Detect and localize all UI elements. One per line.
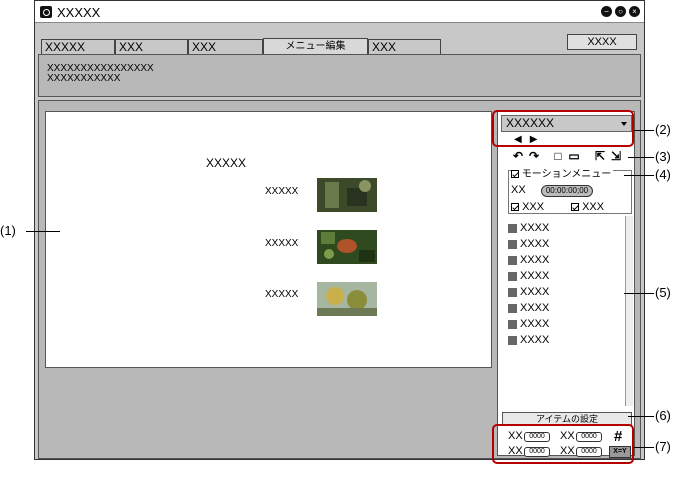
preview-title[interactable]: XXXXX [206,156,246,170]
chevron-down-icon [621,122,627,126]
leader-line-4 [624,175,654,176]
settings-panel: XXXXXX ◀▶ ↶ ↷ □ ▭ ⇱ ⇲ モーションメニュー XX 00:00… [497,111,635,458]
leader-line-6 [628,416,654,417]
item-swatch-icon [508,303,517,313]
list-item[interactable]: XXXX [508,236,549,252]
main-area: XXXXX XXXXX XXXXX XXXXX XXXXXX ◀▶ ↶ ↷ □ … [38,100,641,459]
time-field[interactable]: 00:00:00;00 [541,185,593,197]
preview-item-label[interactable]: XXXXX [265,238,298,249]
item-swatch-icon [508,319,517,329]
maximize-icon[interactable]: ○ [615,6,626,17]
item-swatch-icon [508,271,517,281]
item-swatch-icon [508,255,517,265]
callout-label-7: (7) [655,439,671,454]
undo-icon[interactable]: ↶ [512,150,524,162]
title-bar: XXXXX − ○ × [35,1,644,23]
list-item[interactable]: XXXX [508,284,549,300]
leader-line-1 [26,231,60,232]
item-swatch-icon [508,335,517,345]
description-line-1: XXXXXXXXXXXXXXXX [47,63,154,74]
callout-label-2: (2) [655,122,671,137]
item-swatch-icon [508,223,517,233]
description-panel: XXXXXXXXXXXXXXXX XXXXXXXXXXX [38,54,641,97]
list-item[interactable]: XXXX [508,252,549,268]
app-icon [40,6,52,18]
list-item[interactable]: XXXX [508,316,549,332]
menu-preview[interactable]: XXXXX XXXXX XXXXX XXXXX [45,111,492,368]
description-line-2: XXXXXXXXXXX [47,73,121,84]
export-icon[interactable]: ⇱ [594,150,606,162]
thumbnail-image[interactable] [317,230,377,264]
leader-line-2 [634,130,654,131]
redo-icon[interactable]: ↷ [528,150,540,162]
monitor-icon[interactable]: ▭ [568,150,580,162]
leader-line-3 [628,157,654,158]
minimize-icon[interactable]: − [601,6,612,17]
app-window: XXXXX − ○ × XXXXX XXX XXX メニュー編集 XXX XXX… [34,0,645,460]
x-field[interactable]: 0000 [524,432,550,442]
item-settings-button[interactable]: アイテムの設定 [502,412,632,426]
preview-item-label[interactable]: XXXXX [265,186,298,197]
grid-icon[interactable]: # [614,428,622,445]
prev-arrow-icon[interactable]: ◀ [514,134,530,145]
item-swatch-icon [508,239,517,249]
preview-item-label[interactable]: XXXXX [265,289,298,300]
checkbox[interactable] [511,203,519,212]
close-icon[interactable]: × [629,6,640,17]
height-label: XX [560,445,575,457]
thumbnail-image[interactable] [317,282,377,316]
callout-label-3: (3) [655,149,671,164]
check-option-1[interactable]: XXX [511,201,544,213]
x-label: XX [508,430,523,442]
y-label: XX [560,430,575,442]
leader-line-5 [624,293,654,294]
item-list: XXXX XXXX XXXX XXXX XXXX XXXX XXXX XXXX [508,220,549,348]
callout-label-6: (6) [655,408,671,423]
menu-dropdown[interactable]: XXXXXX [501,115,632,132]
coordinate-panel: XX 0000 XX 0000 # XX 0000 XX 0000 X=Y [502,428,634,458]
square-icon[interactable]: □ [552,150,564,162]
motion-menu-group: モーションメニュー XX 00:00:00;00 XXX XXX [508,165,632,214]
toolbar: ↶ ↷ □ ▭ ⇱ ⇲ [512,150,630,164]
check-option-2[interactable]: XXX [571,201,604,213]
check-label: XXX [522,201,545,213]
list-item[interactable]: XXXX [508,332,549,348]
height-field[interactable]: 0000 [576,447,602,457]
aspect-lock-button[interactable]: X=Y [609,446,631,458]
width-label: XX [508,445,523,457]
callout-label-1: (1) [0,223,16,238]
tab-bar: XXXXX XXX XXX メニュー編集 XXX XXXX [35,24,644,56]
list-item[interactable]: XXXX [508,268,549,284]
dropdown-value: XXXXXX [506,116,555,130]
callout-label-5: (5) [655,285,671,300]
leader-line-7 [634,447,654,448]
motion-menu-option[interactable]: モーションメニュー [511,165,614,180]
import-icon[interactable]: ⇲ [610,150,622,162]
check-label: XXX [582,201,605,213]
next-arrow-icon[interactable]: ▶ [530,134,546,145]
list-item[interactable]: XXXX [508,220,549,236]
thumbnail-image[interactable] [317,178,377,212]
motion-checkbox[interactable] [511,170,519,179]
checkbox[interactable] [571,203,579,212]
item-swatch-icon [508,287,517,297]
top-right-button[interactable]: XXXX [567,34,637,50]
width-field[interactable]: 0000 [524,447,550,457]
list-item[interactable]: XXXX [508,300,549,316]
window-title: XXXXX [57,5,101,20]
motion-menu-label: モーションメニュー [521,169,612,180]
time-label: XX [511,184,526,196]
page-nav: ◀▶ [514,134,545,145]
callout-label-4: (4) [655,167,671,182]
y-field[interactable]: 0000 [576,432,602,442]
list-scrollbar[interactable] [625,216,633,406]
